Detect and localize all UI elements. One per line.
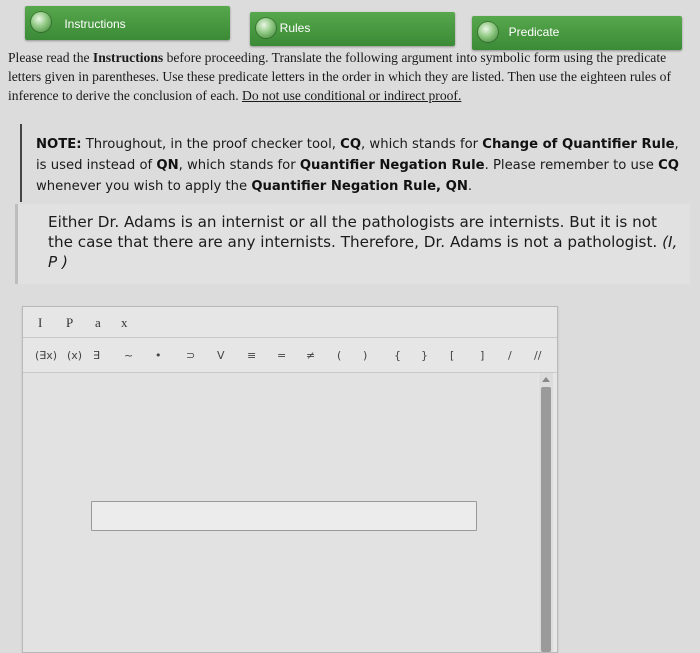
letter-button[interactable]: P (66, 315, 73, 331)
proof-workspace (23, 373, 538, 652)
note-box: NOTE: Throughout, in the proof checker t… (20, 124, 687, 202)
letter-button[interactable]: a (95, 315, 101, 331)
symbol-button[interactable]: } (421, 349, 428, 362)
tab-instructions[interactable]: Instructions (25, 6, 230, 40)
symbol-button[interactable]: V (217, 349, 225, 362)
note-part: Throughout, in the proof checker tool, (81, 137, 341, 152)
symbol-button[interactable]: // (534, 349, 541, 362)
note-qn: QN (156, 158, 179, 173)
note-text: NOTE: Throughout, in the proof checker t… (36, 134, 686, 197)
symbol-button[interactable]: • (155, 349, 162, 362)
letter-button[interactable]: I (38, 315, 42, 331)
tab-instructions-label: Instructions (64, 17, 126, 31)
symbol-button[interactable]: ( (337, 349, 341, 362)
predicate-letter-bar: I P a x (23, 307, 557, 338)
note-qn-full: Quantifier Negation Rule (299, 158, 485, 173)
note-cq: CQ (658, 158, 679, 173)
proof-checker: I P a x (∃x) (x) ∃ ~ • ⊃ V ≡ = ≠ ( ) { }… (22, 306, 558, 653)
symbol-button[interactable]: (∃x) (35, 349, 57, 362)
note-cq-full: Change of Quantifier Rule (482, 137, 675, 152)
note-part: . (467, 179, 473, 194)
tab-rules[interactable]: Rules (250, 12, 455, 46)
note-label: NOTE: (36, 137, 82, 152)
symbol-toolbar: (∃x) (x) ∃ ~ • ⊃ V ≡ = ≠ ( ) { } [ ] / /… (23, 338, 557, 373)
vertical-scrollbar[interactable] (539, 373, 553, 652)
symbol-button[interactable]: (x) (67, 349, 82, 362)
symbol-button[interactable]: { (394, 349, 401, 362)
instructions-part: Please read the (8, 50, 93, 65)
argument-box: Either Dr. Adams is an internist or all … (15, 204, 690, 284)
note-part: whenever you wish to apply the (36, 179, 252, 194)
note-qn-full: Quantifier Negation Rule, QN (251, 179, 468, 194)
note-part: . Please remember to use (484, 158, 659, 173)
instructions-warning: Do not use conditional or indirect proof… (242, 88, 462, 103)
scroll-up-arrow-icon[interactable] (542, 377, 550, 382)
symbol-button[interactable]: ⊃ (186, 349, 195, 362)
symbol-button[interactable]: / (508, 349, 512, 362)
tab-bar: Instructions Rules Predicate (0, 0, 700, 50)
symbol-button[interactable]: ~ (124, 349, 133, 362)
proof-line-input[interactable] (91, 501, 477, 531)
symbol-button[interactable]: ≠ (306, 349, 315, 362)
instructions-text: Please read the Instructions before proc… (8, 48, 694, 105)
symbol-button[interactable]: ] (480, 349, 484, 362)
scroll-thumb[interactable] (541, 387, 551, 652)
note-part: , which stands for (178, 158, 300, 173)
symbol-button[interactable]: = (277, 349, 286, 362)
instructions-link-word: Instructions (92, 50, 164, 65)
tab-rules-label: Rules (279, 21, 311, 35)
tab-predicate-label: Predicate (508, 25, 560, 39)
letter-button[interactable]: x (121, 315, 128, 331)
argument-sentence: Either Dr. Adams is an internist or all … (48, 213, 658, 251)
note-part: , which stands for (361, 137, 483, 152)
symbol-button[interactable]: ∃ (93, 349, 100, 362)
symbol-button[interactable]: ) (363, 349, 367, 362)
note-cq: CQ (340, 137, 362, 152)
tab-predicate[interactable]: Predicate (472, 16, 682, 50)
symbol-button[interactable]: [ (450, 349, 454, 362)
argument-text: Either Dr. Adams is an internist or all … (48, 212, 678, 272)
symbol-button[interactable]: ≡ (247, 349, 256, 362)
